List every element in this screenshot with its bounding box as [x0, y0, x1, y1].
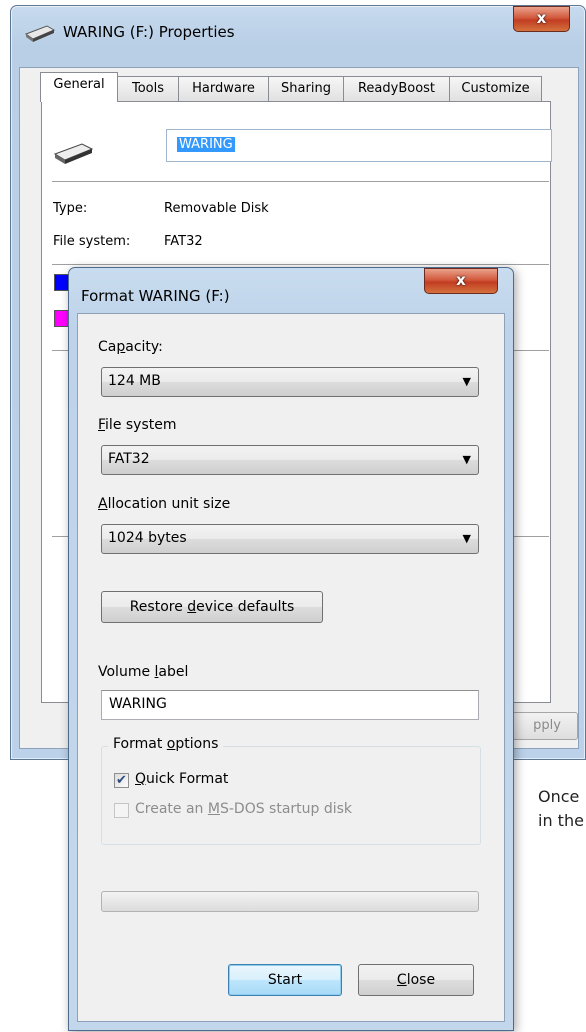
allocation-unit-label: Allocation unit size: [98, 496, 231, 512]
format-options-group: [101, 746, 481, 845]
file-system-label: File system:: [53, 234, 131, 249]
close-button[interactable]: Close: [358, 964, 474, 996]
quick-format-label[interactable]: Quick Format: [135, 771, 228, 787]
tab-customize[interactable]: Customize: [449, 76, 542, 101]
drive-icon: [53, 143, 94, 164]
format-dialog: Format WARING (F:) x Capacity: 124 MB ▼ …: [68, 267, 514, 1031]
separator: [52, 264, 549, 265]
format-client: Capacity: 124 MB ▼ File system FAT32 ▼ A…: [77, 313, 505, 1022]
type-label: Type:: [53, 201, 88, 216]
allocation-unit-select[interactable]: 1024 bytes ▼: [101, 524, 479, 554]
msdos-startup-checkbox[interactable]: [114, 803, 129, 818]
properties-title: WARING (F:) Properties: [63, 23, 235, 41]
capacity-value: 124 MB: [108, 373, 161, 389]
file-system-value: FAT32: [108, 451, 150, 467]
apply-label: pply: [533, 718, 561, 733]
format-title: Format WARING (F:): [81, 287, 230, 305]
type-value: Removable Disk: [164, 201, 269, 216]
format-close-icon-button[interactable]: x: [424, 268, 498, 294]
tab-tools[interactable]: Tools: [117, 76, 179, 101]
volume-name-input[interactable]: WARING: [166, 129, 552, 162]
capacity-label: Capacity:: [98, 339, 163, 355]
properties-titlebar[interactable]: WARING (F:) Properties x: [11, 6, 585, 56]
format-titlebar[interactable]: Format WARING (F:) x: [69, 268, 513, 312]
tab-readyboost[interactable]: ReadyBoost: [343, 76, 450, 101]
file-system-label: File system: [98, 417, 177, 433]
properties-close-button[interactable]: x: [513, 6, 570, 32]
dropdown-arrow-icon: ▼: [462, 532, 471, 545]
tab-hardware[interactable]: Hardware: [178, 76, 269, 101]
format-options-label: Format options: [108, 736, 224, 752]
volume-label-label: Volume label: [98, 664, 189, 680]
volume-name-value: WARING: [177, 137, 235, 152]
capacity-select[interactable]: 124 MB ▼: [101, 367, 479, 397]
format-progress-bar: [101, 891, 479, 912]
start-button[interactable]: Start: [228, 964, 342, 996]
volume-label-input[interactable]: WARING: [101, 690, 479, 720]
drive-icon: [24, 25, 56, 42]
file-system-select[interactable]: FAT32 ▼: [101, 445, 479, 475]
separator: [52, 181, 549, 182]
quick-format-checkbox[interactable]: ✔: [114, 773, 129, 788]
allocation-unit-value: 1024 bytes: [108, 530, 187, 546]
dropdown-arrow-icon: ▼: [462, 375, 471, 388]
msdos-startup-label: Create an MS-DOS startup disk: [135, 801, 353, 817]
article-text-line-1: Once: [538, 787, 580, 806]
tab-sharing[interactable]: Sharing: [268, 76, 344, 101]
dropdown-arrow-icon: ▼: [462, 453, 471, 466]
volume-label-value: WARING: [109, 696, 167, 712]
article-text-line-2: in the: [538, 811, 584, 830]
tab-general[interactable]: General: [40, 72, 118, 102]
restore-defaults-button[interactable]: Restore device defaults: [101, 591, 323, 623]
check-icon: ✔: [116, 773, 127, 788]
file-system-value: FAT32: [164, 234, 203, 249]
